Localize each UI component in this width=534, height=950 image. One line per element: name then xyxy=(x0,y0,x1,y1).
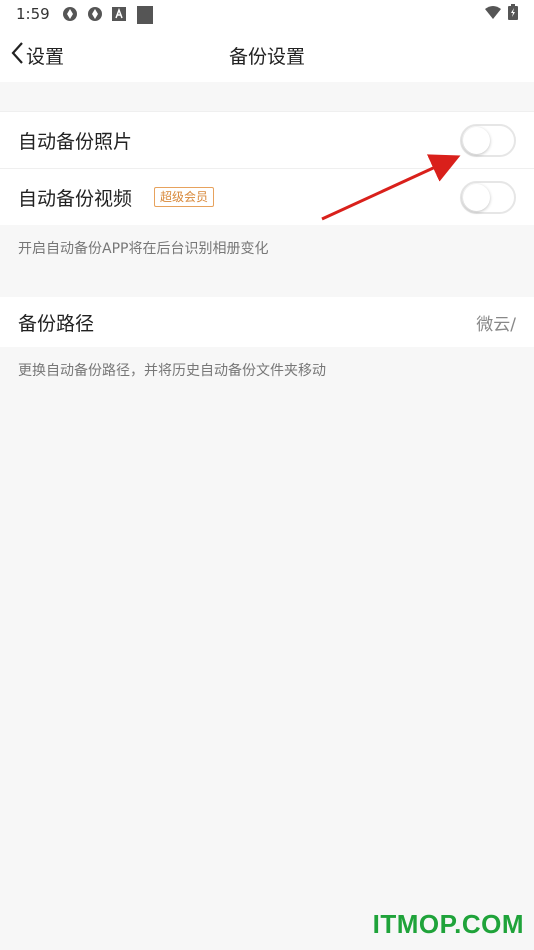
toggle-knob xyxy=(463,127,490,154)
wifi-icon xyxy=(484,5,502,24)
nav-bar: 设置 备份设置 xyxy=(0,28,534,82)
app-icon xyxy=(111,6,128,22)
sync-icon xyxy=(87,6,103,22)
auto-backup-video-toggle[interactable] xyxy=(460,181,516,214)
auto-backup-note: 开启自动备份APP将在后台识别相册变化 xyxy=(18,241,269,257)
auto-backup-photo-toggle[interactable] xyxy=(460,124,516,157)
backup-path-row[interactable]: 备份路径 微云/ xyxy=(0,297,534,347)
status-icons xyxy=(62,6,153,24)
super-member-badge: 超级会员 xyxy=(154,187,215,207)
auto-backup-video-row: 自动备份视频 超级会员 xyxy=(0,168,534,225)
sync-icon xyxy=(62,6,78,22)
status-time: 1:59 xyxy=(16,5,50,23)
battery-icon xyxy=(508,4,518,24)
toggle-knob xyxy=(463,184,490,211)
auto-backup-photo-row: 自动备份照片 xyxy=(0,111,534,168)
square-icon xyxy=(136,6,153,24)
backup-path-value: 微云/ xyxy=(476,314,516,335)
status-bar: 1:59 xyxy=(0,0,534,28)
backup-path-label: 备份路径 xyxy=(18,312,95,335)
auto-backup-photo-label: 自动备份照片 xyxy=(18,130,133,153)
status-right xyxy=(484,4,518,24)
auto-backup-video-label: 自动备份视频 xyxy=(18,187,133,210)
section-gap xyxy=(0,82,534,110)
backup-path-note: 更换自动备份路径，并将历史自动备份文件夹移动 xyxy=(18,363,326,379)
watermark-logo: ITMOP.COM xyxy=(372,909,524,939)
page-title: 备份设置 xyxy=(228,46,305,68)
